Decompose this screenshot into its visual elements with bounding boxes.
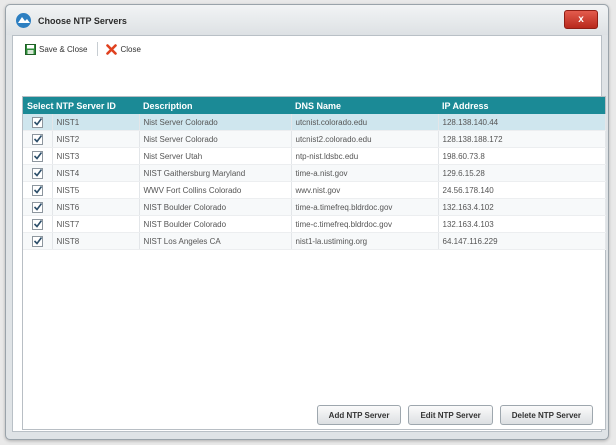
select-checkbox[interactable] <box>31 150 43 162</box>
description-cell: NIST Gaithersburg Maryland <box>139 164 292 182</box>
server-id-cell: NIST8 <box>52 232 140 250</box>
column-header-description[interactable]: Description <box>139 97 291 114</box>
ip-address-cell: 132.163.4.102 <box>438 198 606 216</box>
select-checkbox[interactable] <box>31 235 43 247</box>
description-cell: NIST Boulder Colorado <box>139 215 292 233</box>
toolbar: Save & Close Close <box>13 36 601 62</box>
description-cell: NIST Boulder Colorado <box>139 198 292 216</box>
server-id-cell: NIST1 <box>52 114 140 131</box>
server-id-cell: NIST7 <box>52 215 140 233</box>
save-icon <box>25 43 36 55</box>
select-checkbox[interactable] <box>31 167 43 179</box>
description-cell: NIST Los Angeles CA <box>139 232 292 250</box>
ntp-servers-table: Select NTP Server ID Description DNS Nam… <box>22 96 606 430</box>
description-cell: Nist Server Colorado <box>139 114 292 131</box>
dns-name-cell: ntp-nist.ldsbc.edu <box>291 147 439 165</box>
save-close-label: Save & Close <box>39 44 88 54</box>
server-id-cell: NIST6 <box>52 198 140 216</box>
dns-name-cell: nist1-la.ustiming.org <box>291 232 439 250</box>
select-cell <box>23 130 53 148</box>
window-close-button[interactable]: x <box>564 10 598 29</box>
select-checkbox[interactable] <box>31 218 43 230</box>
ip-address-cell: 128.138.188.172 <box>438 130 606 148</box>
select-checkbox[interactable] <box>31 133 43 145</box>
table-row[interactable]: NIST5 WWV Fort Collins Colorado wwv.nist.g… <box>23 181 606 199</box>
server-id-cell: NIST2 <box>52 130 140 148</box>
server-id-cell: NIST3 <box>52 147 140 165</box>
table-row[interactable]: NIST3 Nist Server Utah ntp-nist.ldsbc.edu 1… <box>23 147 606 165</box>
delete-ntp-server-button[interactable]: Delete NTP Server <box>499 405 593 425</box>
close-icon: x <box>578 14 584 25</box>
select-cell <box>23 164 53 182</box>
description-cell: Nist Server Colorado <box>139 130 292 148</box>
ip-address-cell: 24.56.178.140 <box>438 181 606 199</box>
column-header-select[interactable]: Select <box>23 97 54 114</box>
close-label: Close <box>120 44 141 54</box>
table-row[interactable]: NIST2 Nist Server Colorado utcnist2.colora… <box>23 130 606 148</box>
table-row[interactable]: NIST8 NIST Los Angeles CA nist1-la.ustimin… <box>23 232 606 250</box>
select-checkbox[interactable] <box>31 201 43 213</box>
dialog-content: Save & Close Close Select NTP Server ID … <box>12 35 606 432</box>
app-logo-icon <box>15 12 32 29</box>
dns-name-cell: time-c.timefreq.bldrdoc.gov <box>291 215 439 233</box>
action-buttons: Add NTP Server Edit NTP Server Delete NT… <box>316 405 593 425</box>
description-cell: WWV Fort Collins Colorado <box>139 181 292 199</box>
ip-address-cell: 128.138.140.44 <box>438 114 606 131</box>
server-id-cell: NIST5 <box>52 181 140 199</box>
ip-address-cell: 129.6.15.28 <box>438 164 606 182</box>
select-cell <box>23 114 53 131</box>
edit-ntp-server-button[interactable]: Edit NTP Server <box>408 405 493 425</box>
dns-name-cell: wwv.nist.gov <box>291 181 439 199</box>
select-cell <box>23 181 53 199</box>
table-row[interactable]: NIST6 NIST Boulder Colorado time-a.timefre… <box>23 198 606 216</box>
table-row[interactable]: NIST1 Nist Server Colorado utcnist.colorad… <box>23 114 606 131</box>
select-cell <box>23 198 53 216</box>
save-close-button[interactable]: Save & Close <box>25 43 88 55</box>
dns-name-cell: utcnist.colorado.edu <box>291 114 439 131</box>
title-bar: Choose NTP Servers x <box>6 5 608 35</box>
ip-address-cell: 132.163.4.103 <box>438 215 606 233</box>
select-checkbox[interactable] <box>31 184 43 196</box>
column-header-server-id[interactable]: NTP Server ID <box>52 97 139 114</box>
dns-name-cell: time-a.timefreq.bldrdoc.gov <box>291 198 439 216</box>
ip-address-cell: 198.60.73.8 <box>438 147 606 165</box>
ip-address-cell: 64.147.116.229 <box>438 232 606 250</box>
select-cell <box>23 232 53 250</box>
dialog-title: Choose NTP Servers <box>38 16 127 26</box>
select-checkbox[interactable] <box>31 116 43 128</box>
dns-name-cell: utcnist2.colorado.edu <box>291 130 439 148</box>
close-button[interactable]: Close <box>106 43 141 55</box>
choose-ntp-servers-dialog: Choose NTP Servers x Save & Close Close … <box>5 4 609 440</box>
table-header-row: Select NTP Server ID Description DNS Nam… <box>23 97 605 114</box>
dns-name-cell: time-a.nist.gov <box>291 164 439 182</box>
select-cell <box>23 147 53 165</box>
close-x-icon <box>106 43 118 55</box>
server-id-cell: NIST4 <box>52 164 140 182</box>
description-cell: Nist Server Utah <box>139 147 292 165</box>
column-header-ip-address[interactable]: IP Address <box>438 97 605 114</box>
table-row[interactable]: NIST7 NIST Boulder Colorado time-c.timefre… <box>23 215 606 233</box>
table-row[interactable]: NIST4 NIST Gaithersburg Maryland time-a.ni… <box>23 164 606 182</box>
toolbar-separator <box>97 42 99 56</box>
column-header-dns-name[interactable]: DNS Name <box>291 97 438 114</box>
add-ntp-server-button[interactable]: Add NTP Server <box>316 405 402 425</box>
select-cell <box>23 215 53 233</box>
